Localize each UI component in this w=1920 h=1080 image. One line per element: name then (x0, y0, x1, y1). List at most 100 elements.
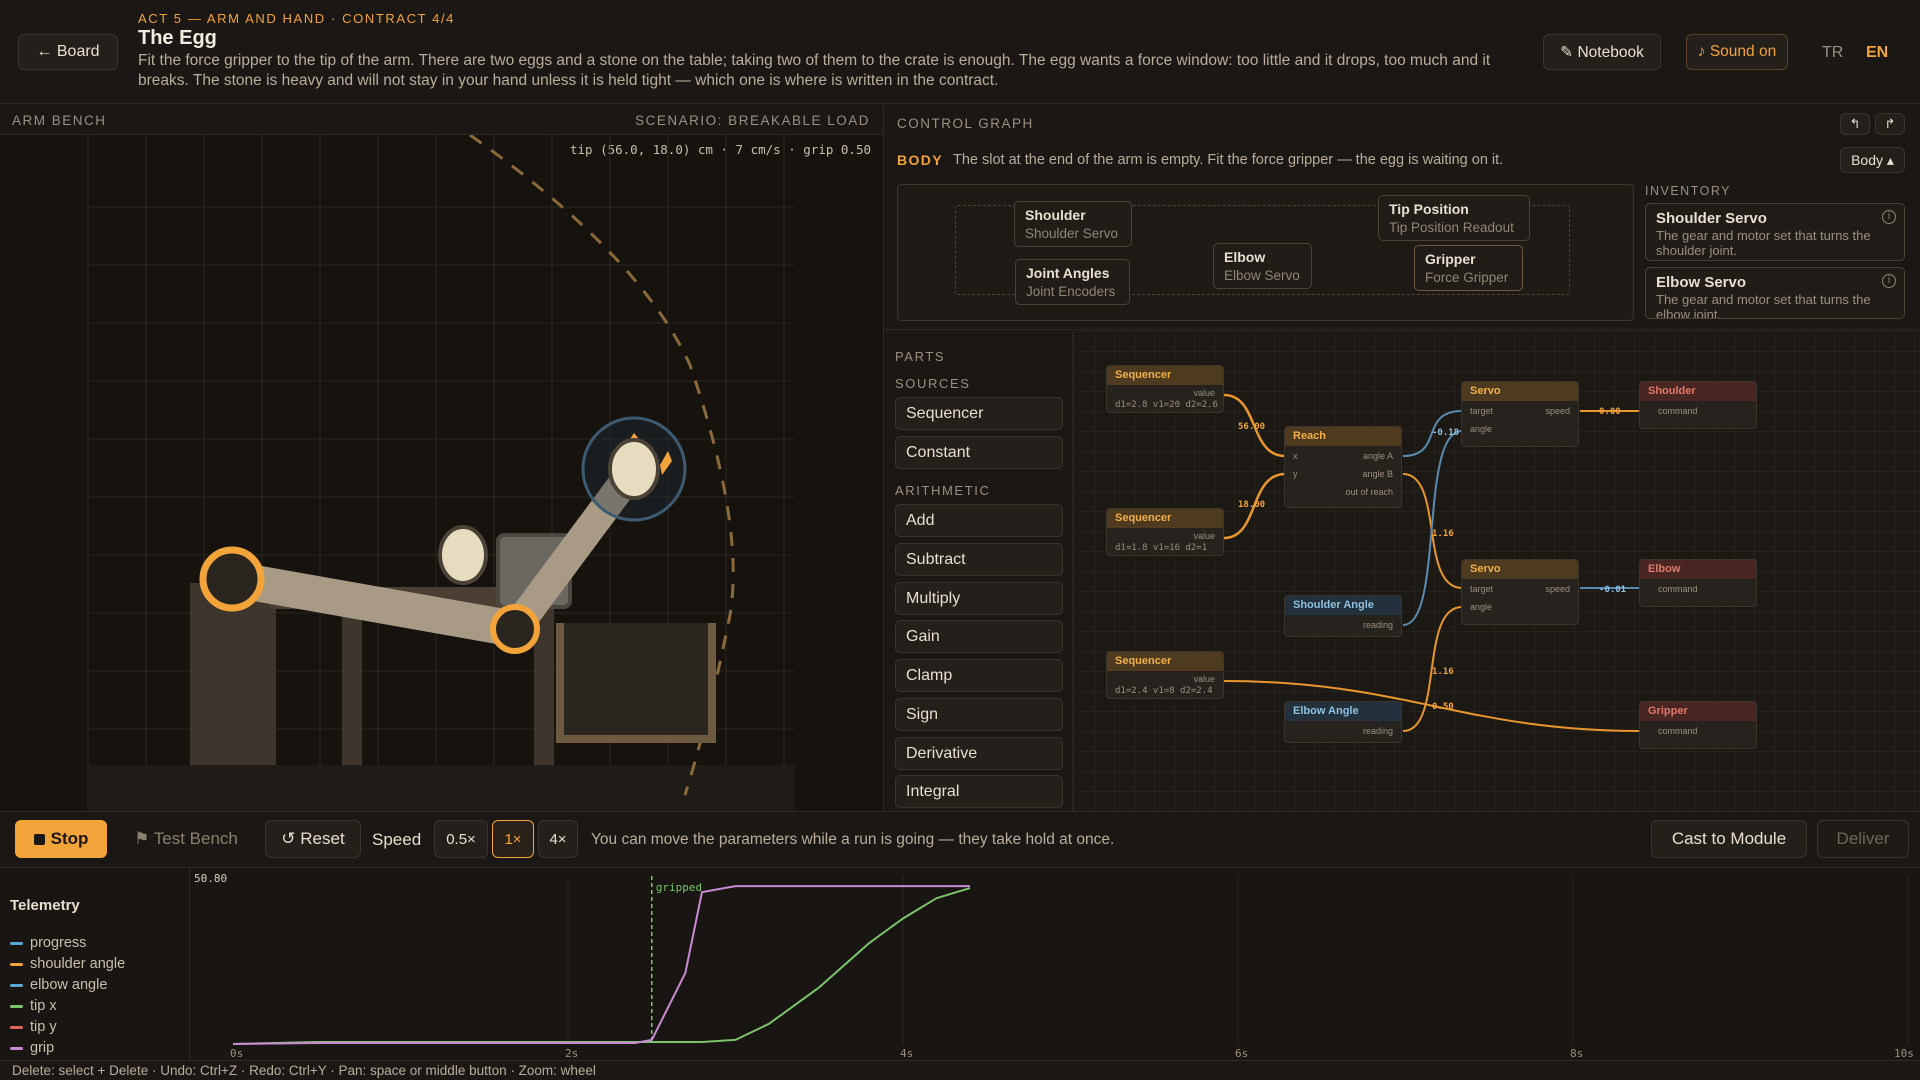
port-value[interactable]: value (1193, 388, 1215, 398)
palette-clamp[interactable]: Clamp (895, 659, 1063, 692)
port-value[interactable]: value (1193, 674, 1215, 684)
port-target[interactable]: target (1470, 406, 1493, 416)
series-lines (232, 885, 971, 1045)
arm-scene[interactable] (0, 135, 884, 811)
port-target[interactable]: target (1470, 584, 1493, 594)
run-controls-bar: Stop ⚑ Test Bench ↺ Reset Speed 0.5× 1× … (0, 811, 1920, 868)
node-elbow-output[interactable]: Elbow command (1639, 559, 1757, 607)
sound-toggle-button[interactable]: ♪ Sound on (1686, 34, 1788, 70)
port-command[interactable]: command (1658, 726, 1698, 736)
info-icon[interactable]: i (1882, 210, 1896, 224)
undo-button[interactable]: ↰ (1840, 113, 1870, 135)
notebook-label: ✎ Notebook (1560, 43, 1644, 61)
palette-sign[interactable]: Sign (895, 698, 1063, 731)
page-title: The Egg (138, 27, 217, 49)
node-shoulder-output[interactable]: Shoulder command (1639, 381, 1757, 429)
series-line-grip (232, 885, 970, 1045)
port-angle-a[interactable]: angle A (1363, 451, 1393, 461)
ymax-label-b: 58.00 (194, 872, 227, 885)
telemetry-chart[interactable]: 50.80 58.00 0s 2s 4s 6s 8s 10s gripped (190, 868, 1920, 1060)
speed-4x-button[interactable]: 4× (538, 820, 578, 858)
legend-tip-x[interactable]: tip x (10, 998, 57, 1014)
node-servo-shoulder[interactable]: Servo target angle speed (1461, 381, 1579, 447)
node-sequencer-x[interactable]: Sequencer value d1=2.8 v1=20 d2=2.6 (1106, 365, 1224, 413)
node-reach[interactable]: Reach x y angle A angle B out of reach (1284, 426, 1402, 508)
shortcut-hint: Delete: select + Delete · Undo: Ctrl+Z ·… (12, 1063, 596, 1078)
palette-sequencer[interactable]: Sequencer (895, 397, 1063, 430)
wire-shoulder-angle-servo1 (1402, 430, 1463, 626)
speed-half-button[interactable]: 0.5× (434, 820, 488, 858)
palette-integral[interactable]: Integral (895, 775, 1063, 808)
node-elbow-angle[interactable]: Elbow Angle reading (1284, 701, 1402, 743)
part-elbow[interactable]: Elbow Elbow Servo (1213, 243, 1312, 289)
inventory-item-shoulder-servo[interactable]: Shoulder Servo The gear and motor set tha… (1645, 203, 1905, 261)
port-reading[interactable]: reading (1363, 620, 1393, 630)
node-title: Elbow (1640, 560, 1756, 579)
graph-caption: CONTROL GRAPH (897, 116, 1034, 131)
language-tr[interactable]: TR (1822, 44, 1843, 62)
deliver-button[interactable]: Deliver (1817, 820, 1909, 858)
language-en[interactable]: EN (1866, 44, 1888, 62)
node-title: Sequencer (1107, 509, 1223, 528)
node-gripper-output[interactable]: Gripper command (1639, 701, 1757, 749)
part-tip-position[interactable]: Tip Position Tip Position Readout (1378, 195, 1530, 241)
legend-shoulder-angle[interactable]: shoulder angle (10, 956, 125, 972)
part-joint-angles[interactable]: Joint Angles Joint Encoders (1015, 259, 1130, 305)
body-message: The slot at the end of the arm is empty.… (953, 152, 1504, 168)
port-command[interactable]: command (1658, 406, 1698, 416)
legend-progress[interactable]: progress (10, 935, 86, 951)
back-to-board-button[interactable]: ← Board (18, 34, 118, 70)
port-command[interactable]: command (1658, 584, 1698, 594)
shoulder-joint[interactable] (199, 546, 265, 612)
wire-label: 0.00 (1599, 407, 1621, 417)
palette-subtract[interactable]: Subtract (895, 543, 1063, 576)
palette-derivative[interactable]: Derivative (895, 737, 1063, 770)
redo-button[interactable]: ↱ (1875, 113, 1905, 135)
port-x[interactable]: x (1293, 451, 1298, 461)
legend-grip[interactable]: grip (10, 1040, 54, 1056)
node-sequencer-y[interactable]: Sequencer value d1=1.8 v1=16 d2=1 (1106, 508, 1224, 556)
elbow-joint[interactable] (490, 604, 540, 654)
legend-tip-y[interactable]: tip y (10, 1019, 57, 1035)
palette-add[interactable]: Add (895, 504, 1063, 537)
body-tag: BODY (897, 152, 944, 168)
cast-to-module-button[interactable]: Cast to Module (1651, 820, 1807, 858)
speed-1x-button[interactable]: 1× (492, 820, 534, 858)
legend-elbow-angle[interactable]: elbow angle (10, 977, 107, 993)
legend-swatch (10, 941, 23, 945)
node-sequencer-grip[interactable]: Sequencer value d1=2.4 v1=8 d2=2.4 (1106, 651, 1224, 699)
node-canvas[interactable]: 56.00 18.00 -0.18 1.16 0.00 -0.01 1.16 0… (1074, 331, 1920, 811)
sources-caption: SOURCES (895, 376, 971, 391)
body-dropdown[interactable]: Body ▴ (1840, 147, 1905, 173)
palette-multiply[interactable]: Multiply (895, 582, 1063, 615)
node-servo-elbow[interactable]: Servo target angle speed (1461, 559, 1579, 625)
palette-constant[interactable]: Constant (895, 436, 1063, 469)
node-shoulder-angle[interactable]: Shoulder Angle reading (1284, 595, 1402, 637)
wire-label: 1.16 (1432, 667, 1454, 677)
test-bench-label: ⚑ Test Bench (134, 829, 238, 848)
part-shoulder[interactable]: Shoulder Shoulder Servo (1014, 201, 1132, 247)
port-speed[interactable]: speed (1545, 406, 1570, 416)
port-y[interactable]: y (1293, 469, 1298, 479)
reset-button[interactable]: ↺ Reset (265, 820, 361, 858)
top-bar: ← Board ACT 5 — ARM AND HAND · CONTRACT … (0, 0, 1920, 104)
legend-label: progress (30, 935, 87, 951)
cast-label: Cast to Module (1671, 829, 1787, 848)
port-angle-b[interactable]: angle B (1362, 469, 1393, 479)
port-speed[interactable]: speed (1545, 584, 1570, 594)
port-value[interactable]: value (1193, 531, 1215, 541)
port-angle[interactable]: angle (1470, 602, 1492, 612)
port-reading[interactable]: reading (1363, 726, 1393, 736)
port-out-of-reach[interactable]: out of reach (1345, 487, 1393, 497)
info-icon[interactable]: i (1882, 274, 1896, 288)
palette-gain[interactable]: Gain (895, 620, 1063, 653)
notebook-button[interactable]: ✎ Notebook (1543, 34, 1661, 70)
port-angle[interactable]: angle (1470, 424, 1492, 434)
part-gripper[interactable]: Gripper Force Gripper (1414, 245, 1523, 291)
test-bench-button[interactable]: ⚑ Test Bench (121, 820, 251, 858)
stop-button[interactable]: Stop (15, 820, 107, 858)
inventory-item-elbow-servo[interactable]: Elbow Servo The gear and motor set that t… (1645, 267, 1905, 319)
x-tick-label: 6s (1235, 1047, 1248, 1060)
chart-grid (567, 876, 1909, 1044)
crate (556, 623, 716, 743)
